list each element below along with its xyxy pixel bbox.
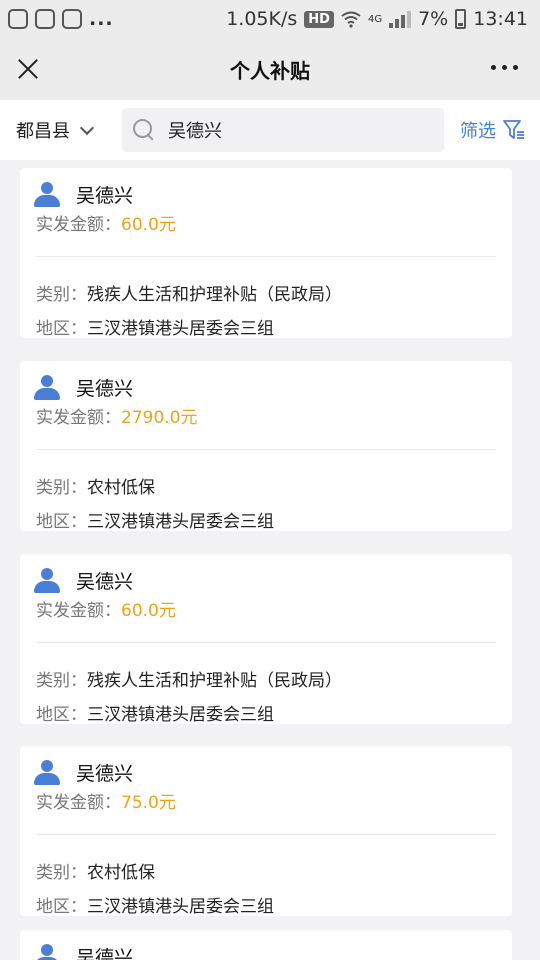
- category-value: 残疾人生活和护理补贴（民政局）: [87, 671, 342, 691]
- chevron-down-icon: [79, 120, 95, 135]
- amount-label: 实发金额：: [36, 215, 121, 235]
- category-row: 类别：农村低保: [36, 858, 155, 883]
- clock: 13:41: [473, 8, 528, 30]
- region-label: 地区：: [36, 319, 87, 339]
- category-label: 类别：: [36, 671, 87, 691]
- hd-badge: HD: [304, 10, 334, 28]
- person-name: 吴德兴: [76, 185, 134, 207]
- signal-icon: [389, 10, 412, 28]
- filter-bar: 都昌县 吴德兴 筛选: [0, 100, 540, 160]
- county-label: 都昌县: [16, 121, 70, 142]
- funnel-icon: [503, 120, 524, 139]
- category-value: 农村低保: [87, 478, 155, 498]
- subsidy-card[interactable]: 吴德兴 实发金额：2790.0元 类别：农村低保 地区：三汊港镇港头居委会三组: [20, 361, 512, 532]
- region-value: 三汊港镇港头居委会三组: [87, 705, 274, 725]
- category-row: 类别：残疾人生活和护理补贴（民政局）: [36, 666, 342, 691]
- subsidy-card[interactable]: 吴德兴 实发金额：60.0元 类别：残疾人生活和护理补贴（民政局） 地区：三汊港…: [20, 168, 512, 339]
- app-notification-icon: [35, 9, 55, 29]
- person-icon: [34, 944, 60, 960]
- region-label: 地区：: [36, 512, 87, 532]
- amount-row: 实发金额：60.0元: [36, 596, 176, 621]
- amount-row: 实发金额：60.0元: [36, 210, 176, 235]
- amount-value: 2790.0元: [121, 408, 198, 428]
- app-notification-icon: [8, 9, 28, 29]
- category-label: 类别：: [36, 478, 87, 498]
- filter-label: 筛选: [460, 121, 496, 142]
- card-header: 吴德兴: [34, 181, 133, 208]
- category-value: 农村低保: [87, 863, 155, 883]
- status-right: 1.05K/s HD 4G 7% 13:41: [226, 8, 528, 30]
- region-row: 地区：三汊港镇港头居委会三组: [36, 314, 274, 339]
- category-row: 类别：农村低保: [36, 473, 155, 498]
- battery-icon: [455, 9, 467, 29]
- region-value: 三汊港镇港头居委会三组: [87, 319, 274, 339]
- amount-label: 实发金额：: [36, 601, 121, 621]
- region-row: 地区：三汊港镇港头居委会三组: [36, 892, 274, 917]
- region-label: 地区：: [36, 897, 87, 917]
- person-name: 吴德兴: [76, 763, 134, 785]
- app-notification-icon: [62, 9, 82, 29]
- amount-value: 75.0元: [121, 793, 176, 813]
- person-name: 吴德兴: [76, 947, 134, 960]
- region-row: 地区：三汊港镇港头居委会三组: [36, 700, 274, 725]
- divider: [36, 642, 496, 643]
- page-title: 个人补贴: [230, 58, 310, 83]
- region-value: 三汊港镇港头居委会三组: [87, 512, 274, 532]
- person-icon: [34, 760, 60, 785]
- divider: [36, 834, 496, 835]
- region-row: 地区：三汊港镇港头居委会三组: [36, 507, 274, 532]
- category-label: 类别：: [36, 285, 87, 305]
- amount-row: 实发金额：2790.0元: [36, 403, 197, 428]
- region-label: 地区：: [36, 705, 87, 725]
- wifi-icon: [341, 11, 361, 28]
- card-header: 吴德兴: [34, 374, 133, 401]
- person-icon: [34, 568, 60, 593]
- region-value: 三汊港镇港头居委会三组: [87, 897, 274, 917]
- more-options-icon[interactable]: [491, 65, 518, 70]
- card-header: 吴德兴: [34, 759, 133, 786]
- close-icon[interactable]: [14, 55, 42, 83]
- amount-row: 实发金额：75.0元: [36, 788, 176, 813]
- card-header: 吴德兴: [34, 567, 133, 594]
- person-name: 吴德兴: [76, 378, 134, 400]
- person-icon: [34, 375, 60, 400]
- category-label: 类别：: [36, 863, 87, 883]
- category-row: 类别：残疾人生活和护理补贴（民政局）: [36, 280, 342, 305]
- county-select[interactable]: 都昌县: [0, 117, 122, 143]
- network-speed: 1.05K/s: [226, 8, 298, 30]
- subsidy-card[interactable]: 吴德兴: [20, 930, 512, 960]
- category-value: 残疾人生活和护理补贴（民政局）: [87, 285, 342, 305]
- status-bar: ... 1.05K/s HD 4G 7% 13:41: [0, 0, 540, 38]
- more-notifications: ...: [89, 8, 114, 30]
- amount-label: 实发金额：: [36, 793, 121, 813]
- person-icon: [34, 182, 60, 207]
- subsidy-card[interactable]: 吴德兴 实发金额：60.0元 类别：残疾人生活和护理补贴（民政局） 地区：三汊港…: [20, 554, 512, 725]
- subsidy-card[interactable]: 吴德兴 实发金额：75.0元 类别：农村低保 地区：三汊港镇港头居委会三组: [20, 746, 512, 917]
- amount-value: 60.0元: [121, 215, 176, 235]
- search-input[interactable]: 吴德兴: [122, 108, 444, 152]
- battery-percent: 7%: [418, 8, 449, 30]
- network-type: 4G: [367, 13, 383, 25]
- amount-value: 60.0元: [121, 601, 176, 621]
- person-name: 吴德兴: [76, 571, 134, 593]
- search-icon: [132, 118, 156, 142]
- divider: [36, 256, 496, 257]
- card-header: 吴德兴: [34, 943, 133, 960]
- nav-bar: 个人补贴: [0, 38, 540, 100]
- search-value: 吴德兴: [168, 121, 222, 142]
- status-left: ...: [8, 8, 114, 30]
- divider: [36, 449, 496, 450]
- amount-label: 实发金额：: [36, 408, 121, 428]
- filter-button[interactable]: 筛选: [460, 117, 526, 143]
